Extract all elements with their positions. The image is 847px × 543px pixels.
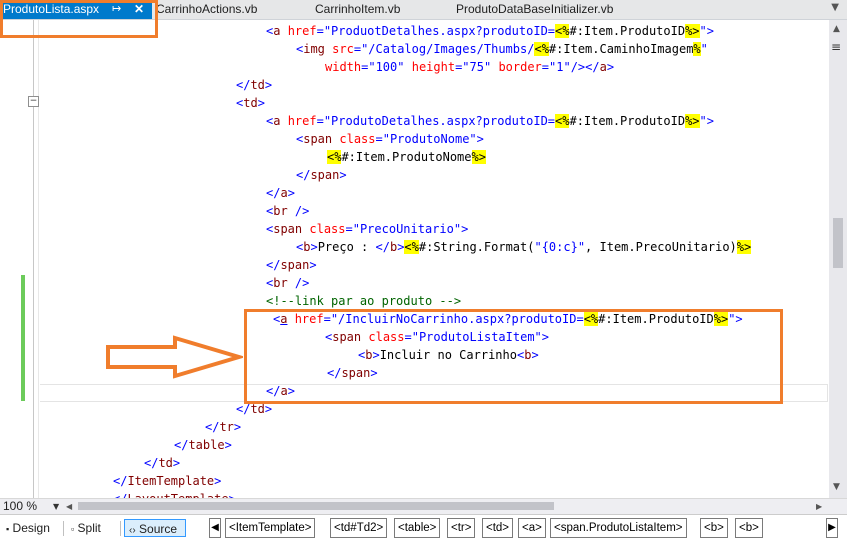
split-view-icon: ▫ [71, 524, 75, 534]
divider [63, 521, 64, 536]
scroll-left-icon[interactable]: ◀ [66, 499, 72, 514]
code-line-5: <td> [236, 96, 265, 110]
code-line-11: <br /> [266, 204, 310, 218]
vertical-scrollbar[interactable]: ▲ ≡ ▼ [829, 20, 847, 498]
zoom-level[interactable]: 100 % [3, 499, 37, 514]
code-line-24: </table> [174, 438, 232, 452]
source-icon: ‹› [129, 525, 136, 536]
scroll-right-icon[interactable]: ▶ [816, 499, 822, 514]
source-label: Source [139, 522, 178, 536]
code-line-13: <b>Preço : </b><%#:String.Format("{0:c}"… [296, 240, 752, 254]
split-view-button[interactable]: ▫ Split [67, 519, 105, 537]
design-view-button[interactable]: ▪ Design [2, 519, 54, 537]
code-line-23: </tr> [205, 420, 242, 434]
collapse-icon[interactable]: − [28, 96, 39, 107]
breadcrumb-item[interactable]: <table> [394, 518, 441, 538]
outline-guide [33, 20, 34, 498]
code-editor[interactable]: <a href="ProduotDetalhes.aspx?produtoID=… [40, 20, 828, 498]
code-line-8: <%#:Item.ProdutoNome%> [327, 150, 486, 164]
tab-produtodatabaseinitializer[interactable]: ProdutoDataBaseInitializer.vb [456, 0, 613, 19]
caret-left-icon: ◀ [211, 522, 219, 533]
breadcrumb-item[interactable]: <tr> [447, 518, 476, 538]
zoom-dropdown-icon[interactable]: ▼ [53, 499, 59, 514]
breadcrumb-item[interactable]: <a> [518, 518, 546, 538]
code-line-7: <span class="ProdutoNome"> [296, 132, 484, 146]
design-icon: ▪ [6, 524, 10, 534]
annotation-tab-highlight [0, 0, 158, 38]
code-line-6: <a href="ProdutoDetalhes.aspx?produtoID=… [266, 114, 714, 128]
caret-right-icon: ▶ [828, 522, 836, 533]
code-line-1: <a href="ProduotDetalhes.aspx?produtoID=… [266, 24, 714, 38]
view-switcher-bar: ▪ Design ▫ Split ‹› Source ◀ <ItemTempla… [0, 514, 847, 543]
tab-carrinhoactions[interactable]: CarrinhoActions.vb [156, 0, 257, 19]
chevron-down-icon[interactable]: ▼ [831, 2, 839, 13]
source-view-button[interactable]: ‹› Source [124, 519, 186, 537]
tab-label: ProdutoDataBaseInitializer.vb [456, 2, 614, 16]
code-line-26: </ItemTemplate> [113, 474, 222, 488]
code-line-2: <img src="/Catalog/Images/Thumbs/<%#:Ite… [296, 42, 708, 56]
code-line-16: <!--link par ao produto --> [266, 294, 462, 308]
code-line-15: <br /> [266, 276, 310, 290]
split-icon[interactable]: ≡ [831, 40, 841, 54]
breadcrumb-item[interactable]: <b> [700, 518, 728, 538]
breadcrumb-item[interactable]: <span.ProdutoListaItem> [550, 518, 687, 538]
scroll-up-icon[interactable]: ▲ [833, 24, 840, 34]
breadcrumb-forward-button[interactable]: ▶ [826, 518, 838, 538]
split-label: Split [77, 521, 101, 535]
breadcrumb-item[interactable]: <ItemTemplate> [225, 518, 316, 538]
scroll-down-icon[interactable]: ▼ [833, 482, 840, 492]
code-line-12: <span class="PrecoUnitario"> [266, 222, 469, 236]
code-line-27: </LayoutTemplate> [113, 490, 236, 498]
design-label: Design [12, 521, 50, 535]
code-line-3: width="100" height="75" border="1"/></a> [325, 60, 615, 74]
horizontal-bar: 100 % ▼ ◀ ▶ [0, 498, 847, 514]
tab-carrinhoitem[interactable]: CarrinhoItem.vb [315, 0, 400, 19]
code-line-9: </span> [296, 168, 347, 182]
annotation-highlight-box [244, 309, 783, 404]
divider [120, 521, 121, 536]
breadcrumb-back-button[interactable]: ◀ [209, 518, 221, 538]
breadcrumb-item[interactable]: <td> [482, 518, 514, 538]
annotation-arrow-icon [106, 335, 243, 379]
tab-label: CarrinhoItem.vb [315, 2, 401, 16]
horizontal-scrollbar-thumb[interactable] [78, 502, 554, 510]
code-line-10: </a> [266, 186, 295, 200]
change-indicator-bar [21, 275, 25, 401]
breadcrumb-item[interactable]: <td#Td2> [330, 518, 388, 538]
tab-label: CarrinhoActions.vb [156, 2, 258, 16]
code-line-14: </span> [266, 258, 317, 272]
code-line-25: </td> [144, 456, 181, 470]
code-line-4: </td> [236, 78, 273, 92]
breadcrumb-item[interactable]: <b> [735, 518, 763, 538]
scrollbar-thumb[interactable] [833, 218, 843, 268]
